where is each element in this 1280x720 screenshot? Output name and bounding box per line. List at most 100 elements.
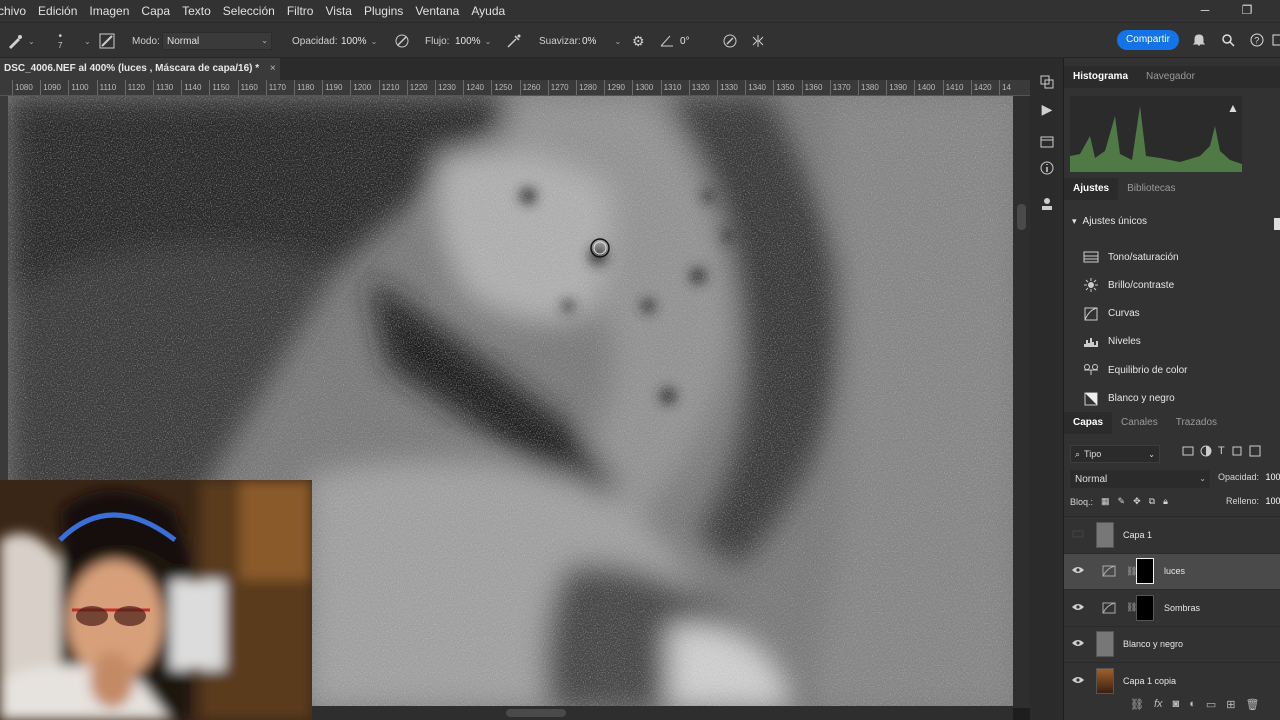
minimize-icon[interactable]: ─ xyxy=(1190,0,1220,22)
pixel-filter-icon[interactable] xyxy=(1182,445,1194,460)
layer-row[interactable]: ⛓ luces xyxy=(1064,552,1280,589)
fx-icon[interactable]: fx xyxy=(1154,698,1163,711)
tab-bibliotecas[interactable]: Bibliotecas xyxy=(1118,178,1184,200)
layer-fill[interactable]: Relleno: 100 xyxy=(1226,496,1280,506)
smoothing-field[interactable]: 0% ⌄ xyxy=(582,23,621,59)
layer-row[interactable]: Blanco y negro xyxy=(1064,625,1280,662)
lock-paint-icon[interactable]: ✎ xyxy=(1118,496,1126,507)
pressure-opacity-icon[interactable] xyxy=(394,23,410,59)
mode-select[interactable]: Normal ⌄ xyxy=(162,32,272,50)
adjustment-item[interactable]: Brillo/contraste xyxy=(1082,271,1174,299)
layer-filter-select[interactable]: ⌕ Tipo ⌄ xyxy=(1070,445,1160,463)
adjustments-group[interactable]: ▾ Ajustes únicos xyxy=(1072,216,1147,227)
adjustment-item[interactable]: Niveles xyxy=(1082,328,1141,356)
flow-field[interactable]: 100% ⌄ xyxy=(455,23,491,59)
restore-icon[interactable]: ❐ xyxy=(1232,0,1262,22)
eye-icon[interactable] xyxy=(1072,638,1084,650)
layer-opacity[interactable]: Opacidad: 100 xyxy=(1218,472,1280,482)
brush-tool-icon[interactable]: ⌄ xyxy=(6,23,35,59)
eye-icon[interactable] xyxy=(1072,675,1084,687)
brush-size-picker[interactable]: • 7 xyxy=(58,23,62,59)
adjust-filter-icon[interactable] xyxy=(1200,445,1212,460)
menu-item[interactable]: Ayuda xyxy=(465,0,511,22)
tab-canales[interactable]: Canales xyxy=(1112,412,1167,434)
brush-preset-caret-icon[interactable]: ⌄ xyxy=(80,23,91,59)
info-icon[interactable] xyxy=(1036,160,1058,182)
user-stamp-icon[interactable] xyxy=(1036,196,1058,218)
menu-item[interactable]: Filtro xyxy=(281,0,320,22)
eye-icon[interactable] xyxy=(1072,602,1084,614)
angle-field[interactable]: 0° xyxy=(680,23,690,59)
workspace-icon[interactable] xyxy=(1272,22,1280,58)
layer-thumbnail[interactable] xyxy=(1096,521,1114,548)
warning-icon[interactable]: ▲ xyxy=(1227,101,1239,115)
shape-filter-icon[interactable] xyxy=(1231,445,1243,460)
eye-hidden-icon[interactable] xyxy=(1072,529,1084,541)
close-icon[interactable]: × xyxy=(270,63,276,74)
libraries-icon[interactable] xyxy=(1036,134,1058,156)
pressure-size-icon[interactable] xyxy=(722,23,738,59)
menu-item[interactable]: Selección xyxy=(217,0,281,22)
menu-item[interactable]: Vista xyxy=(319,0,357,22)
adjustment-item[interactable]: Tono/saturación xyxy=(1082,243,1179,271)
tab-navigator[interactable]: Navegador xyxy=(1137,66,1204,88)
history-icon[interactable] xyxy=(1036,74,1058,96)
curves-icon[interactable] xyxy=(1102,602,1116,614)
layer-row[interactable]: ⛓ Sombras xyxy=(1064,589,1280,625)
layer-mask-thumbnail[interactable] xyxy=(1136,558,1154,584)
share-button[interactable]: Compartir xyxy=(1117,30,1179,50)
bell-icon[interactable] xyxy=(1192,22,1206,58)
eye-icon[interactable] xyxy=(1072,565,1084,577)
trash-icon[interactable]: 🗑︎ xyxy=(1245,698,1259,711)
curves-icon[interactable] xyxy=(1102,565,1116,577)
blend-mode-select[interactable]: Normal ⌄ xyxy=(1070,470,1210,488)
menu-item[interactable]: Imagen xyxy=(83,0,135,22)
adjustment-item[interactable]: Equilibrio de color xyxy=(1082,356,1188,384)
new-adjustment-icon[interactable]: ◐ xyxy=(1189,698,1196,711)
layer-thumbnail[interactable] xyxy=(1096,667,1114,694)
scrollbar-thumb[interactable] xyxy=(1017,204,1026,230)
document-tab[interactable]: DSC_4006.NEF al 400% (luces , Máscara de… xyxy=(0,58,280,80)
menu-item[interactable]: Texto xyxy=(176,0,217,22)
type-filter-icon[interactable]: T xyxy=(1218,445,1225,460)
lock-all-icon[interactable]: 🔒︎ xyxy=(1163,496,1168,507)
opacity-field[interactable]: 100% ⌄ xyxy=(341,23,377,59)
chevron-down-icon[interactable]: ⌄ xyxy=(485,37,492,46)
lock-artboard-icon[interactable]: ⧉ xyxy=(1149,496,1155,507)
add-mask-icon[interactable]: ◙ xyxy=(1173,698,1180,711)
tab-trazados[interactable]: Trazados xyxy=(1167,412,1226,434)
symmetry-icon[interactable] xyxy=(750,23,766,59)
menu-item[interactable]: Edición xyxy=(32,0,83,22)
horizontal-scrollbar[interactable] xyxy=(312,706,1013,720)
menu-item[interactable]: Capa xyxy=(135,0,176,22)
layer-thumbnail[interactable] xyxy=(1096,631,1114,657)
menu-item[interactable]: Ventana xyxy=(409,0,465,22)
lock-transparency-icon[interactable]: ▦ xyxy=(1101,496,1110,507)
new-group-icon[interactable]: ▭ xyxy=(1206,698,1216,711)
layer-row[interactable]: Capa 1 copia xyxy=(1064,662,1280,698)
help-icon[interactable]: ? xyxy=(1250,22,1264,58)
scrollbar-thumb[interactable] xyxy=(506,709,566,717)
vertical-scrollbar[interactable] xyxy=(1013,96,1030,708)
layer-row[interactable]: Capa 1 xyxy=(1064,516,1280,552)
menu-item[interactable]: chivo xyxy=(0,0,32,22)
adjustment-item[interactable]: Curvas xyxy=(1082,300,1140,328)
tab-capas[interactable]: Capas xyxy=(1064,412,1113,434)
link-layers-icon[interactable]: ⛓ xyxy=(1130,698,1144,711)
brush-settings-icon[interactable] xyxy=(99,23,115,59)
search-icon[interactable] xyxy=(1221,22,1235,58)
chevron-down-icon[interactable]: ⌄ xyxy=(614,37,621,46)
play-actions-icon[interactable]: ▶ xyxy=(1036,98,1058,120)
smart-object-filter-icon[interactable] xyxy=(1249,445,1261,460)
new-layer-icon[interactable]: ⊞ xyxy=(1226,698,1235,711)
layer-mask-thumbnail[interactable] xyxy=(1136,594,1154,621)
gear-icon[interactable]: ⚙ xyxy=(632,23,645,59)
tool-preset-caret-icon[interactable]: ⌄ xyxy=(28,37,35,46)
tab-histogram[interactable]: Histograma xyxy=(1064,66,1137,88)
chevron-down-icon[interactable]: ⌄ xyxy=(371,37,378,46)
tab-ajustes[interactable]: Ajustes xyxy=(1064,178,1119,200)
airbrush-icon[interactable] xyxy=(506,23,522,59)
menu-item[interactable]: Plugins xyxy=(358,0,409,22)
lock-position-icon[interactable]: ✥ xyxy=(1133,496,1141,507)
adjustment-item[interactable]: Blanco y negro xyxy=(1082,385,1175,413)
